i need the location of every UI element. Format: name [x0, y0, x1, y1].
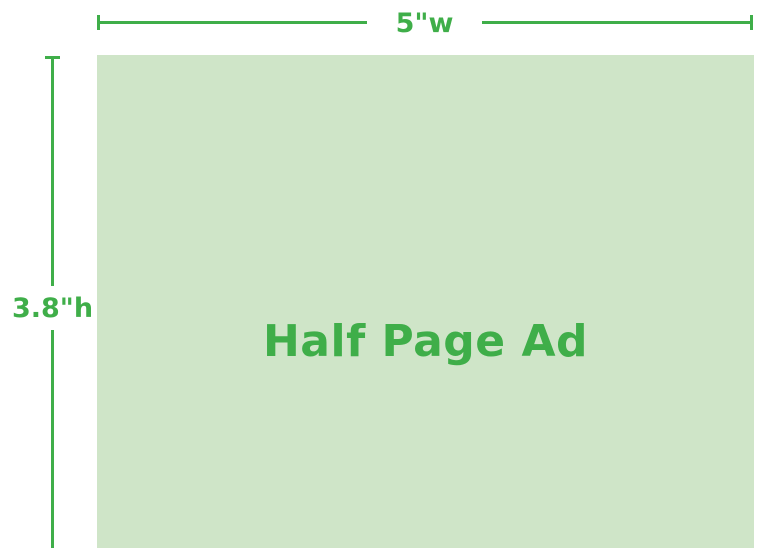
width-label: 5"w: [395, 8, 454, 39]
ad-title: Half Page Ad: [262, 316, 589, 367]
width-dimension-line-right: [482, 21, 753, 24]
height-label: 3.8"h: [11, 293, 94, 324]
ad-placeholder-box: Half Page Ad: [97, 55, 754, 548]
width-dimension-right-cap: [750, 15, 753, 30]
height-dimension-line-bottom: [51, 330, 54, 548]
width-dimension-line-left: [97, 21, 367, 24]
height-dimension-line-top: [51, 56, 54, 286]
